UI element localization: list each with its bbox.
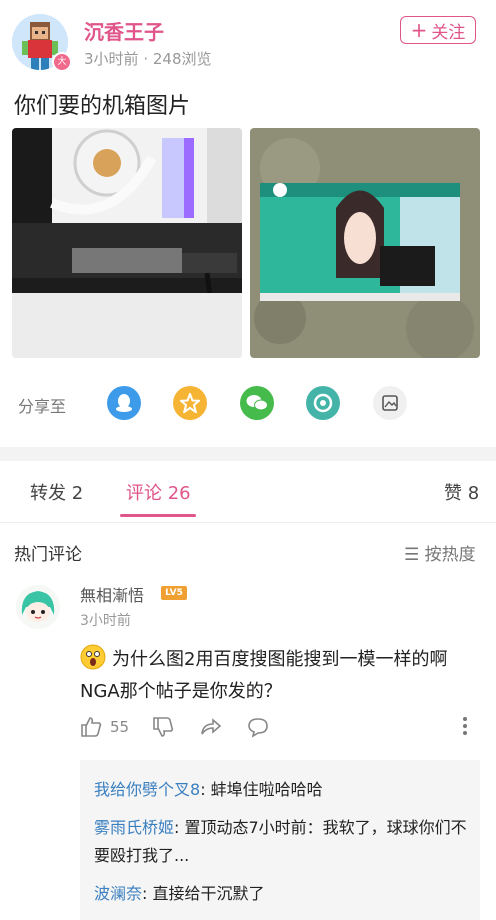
post-image-1[interactable] <box>12 128 242 358</box>
speech-bubble-icon <box>248 718 268 738</box>
forward-button[interactable] <box>200 716 222 738</box>
post-views: 248浏览 <box>152 50 212 68</box>
share-label: 分享至 <box>18 397 67 416</box>
hot-comments-label: 热门评论 <box>14 545 82 565</box>
plus-icon: + <box>410 18 428 42</box>
sort-button[interactable]: ☰ 按热度 <box>404 540 476 565</box>
thumbs-up-icon <box>81 717 102 737</box>
meta-separator: · <box>143 50 153 68</box>
tab-likes[interactable]: 赞 8 <box>444 479 479 505</box>
thumbs-down-icon <box>153 717 174 737</box>
follow-button[interactable]: + 关注 <box>400 16 476 44</box>
moments-icon[interactable] <box>306 386 340 420</box>
reply-button[interactable] <box>247 716 269 738</box>
sort-lines-icon: ☰ <box>404 545 420 565</box>
level-badge: LV5 <box>161 586 187 600</box>
tabs-divider <box>0 522 496 523</box>
dislike-button[interactable] <box>152 716 174 738</box>
commenter-avatar[interactable] <box>16 585 60 629</box>
active-tab-indicator <box>120 514 196 517</box>
tab-repost[interactable]: 转发 2 <box>30 479 83 505</box>
reply-author[interactable]: 雾雨氏桥姬 <box>94 818 174 837</box>
comment-time: 3小时前 <box>80 613 131 629</box>
reply-text: : 直接给干沉默了 <box>142 884 265 903</box>
post-image-2[interactable] <box>250 128 480 358</box>
author-level-badge: 大 <box>52 52 72 72</box>
like-count: 55 <box>110 718 130 736</box>
qzone-star-icon[interactable] <box>173 386 207 420</box>
reply-text: : 蚌埠住啦哈哈哈 <box>200 780 323 799</box>
commenter-name[interactable]: 無相漸悟 <box>80 582 144 606</box>
reply-author[interactable]: 波澜奈 <box>94 884 142 903</box>
comment-text: 为什么图2用百度搜图能搜到一模一样的啊 NGA那个帖子是你发的？ <box>80 649 448 702</box>
post-meta: 3小时前 · 248浏览 <box>84 48 212 69</box>
reply-list: 我给你劈个叉8: 蚌埠住啦哈哈哈 雾雨氏桥姬: 置顶动态7小时前：我软了，球球你… <box>80 760 480 920</box>
post-time: 3小时前 <box>84 50 139 68</box>
author-name[interactable]: 沉香王子 <box>84 16 164 45</box>
like-button[interactable]: 55 <box>80 716 129 738</box>
comment-body: 为什么图2用百度搜图能搜到一模一样的啊 NGA那个帖子是你发的？ <box>80 644 480 708</box>
reply-item[interactable]: 波澜奈: 直接给干沉默了 <box>94 880 474 908</box>
post-title: 你们要的机箱图片 <box>14 94 191 119</box>
section-separator <box>0 447 496 461</box>
wechat-icon[interactable] <box>240 386 274 420</box>
reply-author[interactable]: 我给你劈个叉8 <box>94 780 200 799</box>
shocked-face-emoji-icon <box>80 644 106 670</box>
tab-comments[interactable]: 评论 26 <box>126 479 191 505</box>
follow-label: 关注 <box>431 22 466 43</box>
reply-item[interactable]: 雾雨氏桥姬: 置顶动态7小时前：我软了，球球你们不要殴打我了... <box>94 814 474 870</box>
qq-icon[interactable] <box>107 386 141 420</box>
reply-item[interactable]: 我给你劈个叉8: 蚌埠住啦哈哈哈 <box>94 776 474 804</box>
sort-label: 按热度 <box>424 545 476 565</box>
share-arrow-icon <box>201 718 222 735</box>
gallery-icon[interactable] <box>373 386 407 420</box>
more-options-icon[interactable] <box>462 716 468 736</box>
